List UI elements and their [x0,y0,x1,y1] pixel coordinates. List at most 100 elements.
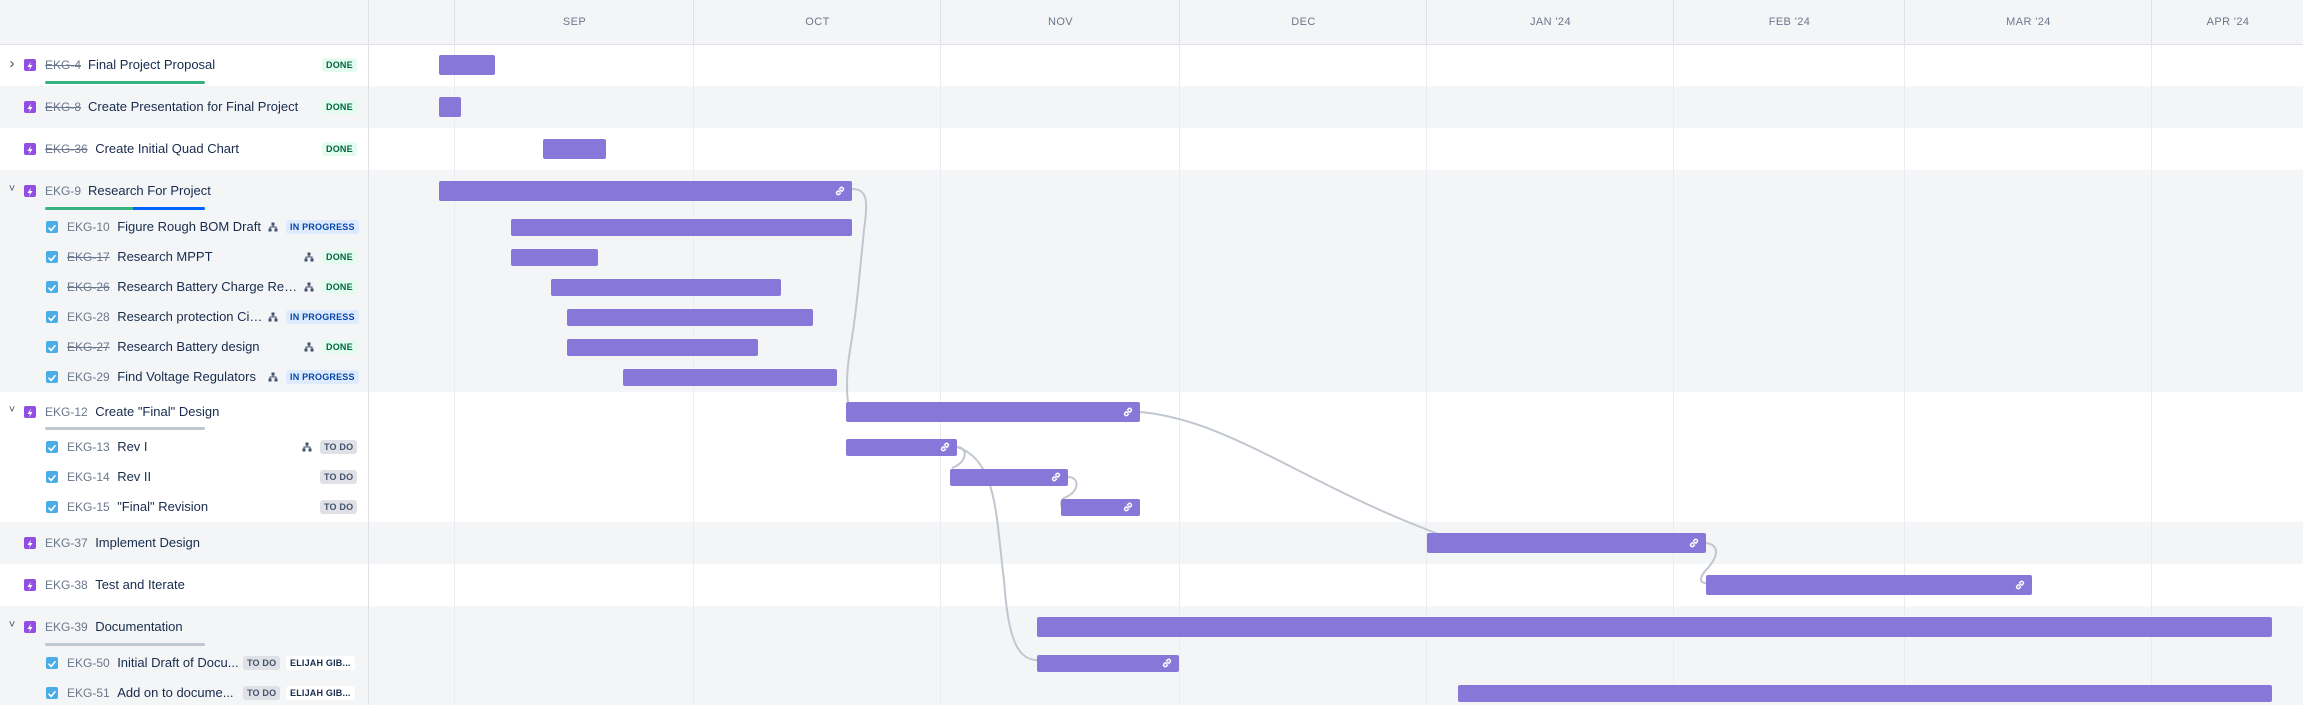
issue-summary[interactable]: Research Battery Charge Reg... [117,279,298,294]
issue-key[interactable]: EKG-29 [67,370,110,384]
link-icon[interactable] [1161,657,1173,669]
timeline-bar[interactable] [439,55,495,75]
status-badge[interactable]: DONE [322,100,357,114]
status-badge[interactable]: DONE [322,142,357,156]
lightning-glyph [27,187,33,197]
checkmark-glyph [48,225,56,232]
chevron-down-icon[interactable]: ˅ [6,619,18,631]
checkbox-task-icon [46,687,58,699]
timeline-bar[interactable] [1458,684,2272,702]
issue-summary[interactable]: Figure Rough BOM Draft [117,219,261,234]
status-badge[interactable]: DONE [322,250,357,264]
timeline-bar[interactable] [567,308,813,326]
progress-bar [45,81,205,84]
issue-key[interactable]: EKG-9 [45,184,81,198]
issue-key[interactable]: EKG-39 [45,620,88,634]
timeline-bar[interactable] [543,139,606,159]
status-badge[interactable]: IN PROGRESS [286,370,359,384]
issue-summary[interactable]: Add on to docume... [117,685,233,700]
assignee-chip[interactable]: ELIJAH GIB... [286,686,355,700]
issue-summary[interactable]: Rev I [117,439,147,454]
issue-key[interactable]: EKG-50 [67,656,110,670]
issue-key[interactable]: EKG-27 [67,340,110,354]
timeline-bar[interactable] [567,338,758,356]
issue-summary[interactable]: Research For Project [88,183,211,198]
link-icon[interactable] [834,185,846,197]
issue-summary[interactable]: Create Initial Quad Chart [95,141,239,156]
timeline-bar[interactable] [950,468,1068,486]
status-badge[interactable]: IN PROGRESS [286,220,359,234]
checkmark-glyph [48,445,56,452]
child-issues-icon [268,372,278,382]
timeline-bar[interactable] [846,438,957,456]
link-icon[interactable] [939,441,951,453]
chevron-down-icon[interactable]: ˅ [6,183,18,195]
link-icon[interactable] [1688,537,1700,549]
timeline-bar[interactable] [1037,654,1179,672]
issue-summary[interactable]: Research protection Cir... [117,309,263,324]
link-icon[interactable] [2014,579,2026,591]
issue-key[interactable]: EKG-10 [67,220,110,234]
issue-key[interactable]: EKG-14 [67,470,110,484]
status-badge[interactable]: TO DO [320,440,358,454]
issue-summary[interactable]: Test and Iterate [95,577,185,592]
issue-row-content: ˅ EKG-12 Create "Final" Design [0,392,368,432]
issue-summary[interactable]: Rev II [117,469,151,484]
issue-key[interactable]: EKG-26 [67,280,110,294]
issue-key[interactable]: EKG-12 [45,405,88,419]
issue-summary[interactable]: Documentation [95,619,182,634]
issue-key[interactable]: EKG-13 [67,440,110,454]
lightning-glyph [27,145,33,155]
issue-summary[interactable]: Create Presentation for Final Project [88,99,298,114]
link-icon[interactable] [1122,406,1134,418]
child-issues-icon [304,252,314,262]
issue-summary[interactable]: Create "Final" Design [95,404,219,419]
issue-summary[interactable]: Final Project Proposal [88,57,215,72]
link-icon[interactable] [1050,471,1062,483]
chevron-right-icon[interactable]: › [6,55,18,72]
timeline-bar[interactable] [1037,617,2272,637]
issue-key[interactable]: EKG-37 [45,536,88,550]
issue-key[interactable]: EKG-4 [45,58,81,72]
timeline-bar[interactable] [1427,533,1706,553]
issue-key[interactable]: EKG-17 [67,250,110,264]
issue-key[interactable]: EKG-28 [67,310,110,324]
link-icon[interactable] [1122,501,1134,513]
timeline-bar[interactable] [439,97,461,117]
issue-key[interactable]: EKG-38 [45,578,88,592]
dependency-line [1139,411,1448,544]
issue-summary[interactable]: Initial Draft of Docu... [117,655,238,670]
issue-key[interactable]: EKG-15 [67,500,110,514]
timeline-bar[interactable] [511,218,852,236]
chevron-down-icon[interactable]: ˅ [6,404,18,416]
lightning-glyph [27,581,33,591]
status-badge[interactable]: TO DO [243,656,281,670]
checkmark-glyph [48,345,56,352]
issue-key[interactable]: EKG-8 [45,100,81,114]
timeline-bar[interactable] [623,368,837,386]
checkbox-task-icon [46,251,58,263]
status-badge[interactable]: TO DO [320,500,358,514]
child-issues-icon [304,282,314,292]
timeline-bar[interactable] [511,248,598,266]
status-badge[interactable]: IN PROGRESS [286,310,359,324]
issue-summary[interactable]: Research Battery design [117,339,259,354]
issue-row-content: EKG-13 Rev I TO DO [0,432,368,462]
status-badge[interactable]: DONE [322,340,357,354]
assignee-chip[interactable]: ELIJAH GIB... [286,656,355,670]
issue-key[interactable]: EKG-51 [67,686,110,700]
status-badge[interactable]: TO DO [320,470,358,484]
issue-summary[interactable]: Implement Design [95,535,200,550]
issue-summary[interactable]: Find Voltage Regulators [117,369,256,384]
timeline-bar[interactable] [439,181,852,201]
timeline-bar[interactable] [846,402,1140,422]
status-badge[interactable]: DONE [322,280,357,294]
timeline-bar[interactable] [1061,498,1140,516]
status-badge[interactable]: DONE [322,58,357,72]
issue-key[interactable]: EKG-36 [45,142,88,156]
issue-summary[interactable]: Research MPPT [117,249,212,264]
timeline-bar[interactable] [551,278,781,296]
status-badge[interactable]: TO DO [243,686,281,700]
issue-summary[interactable]: "Final" Revision [117,499,208,514]
timeline-bar[interactable] [1706,575,2032,595]
